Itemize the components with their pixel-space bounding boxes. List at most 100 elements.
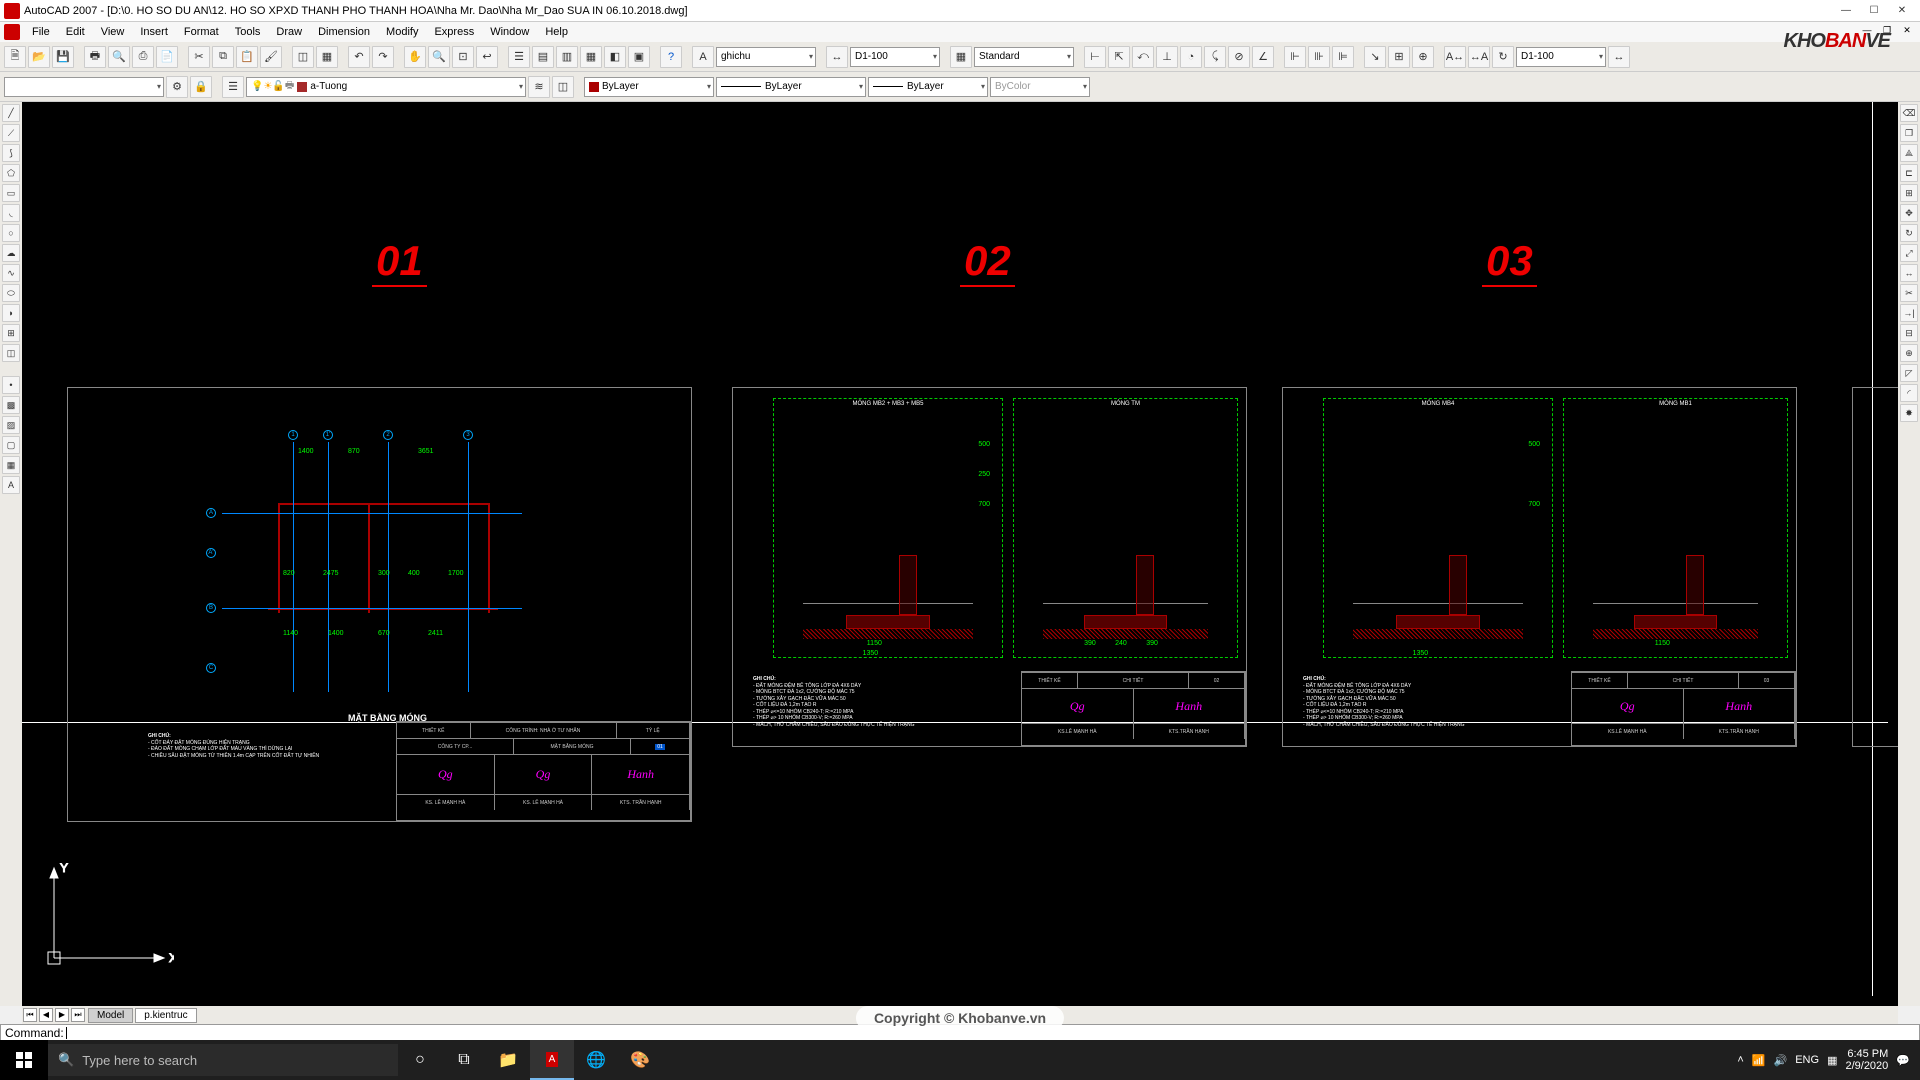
minimize-button[interactable]: — <box>1832 2 1860 20</box>
new-button[interactable]: 🗎 <box>4 46 26 68</box>
wifi-icon[interactable]: 📶 <box>1752 1054 1766 1067</box>
properties-button[interactable]: ☰ <box>508 46 530 68</box>
ime-icon[interactable]: ▦ <box>1827 1054 1837 1067</box>
dimtedit-button[interactable]: ↔A <box>1468 46 1490 68</box>
dim-angular-button[interactable]: ∠ <box>1252 46 1274 68</box>
menu-help[interactable]: Help <box>537 24 576 40</box>
dimstyle-icon[interactable]: ↔ <box>826 46 848 68</box>
dim-diameter-button[interactable]: ⊘ <box>1228 46 1250 68</box>
erase-button[interactable]: ⌫ <box>1900 104 1918 122</box>
pan-button[interactable]: ✋ <box>404 46 426 68</box>
extend-button[interactable]: →| <box>1900 304 1918 322</box>
undo-button[interactable]: ↶ <box>348 46 370 68</box>
cut-button[interactable]: ✂ <box>188 46 210 68</box>
leader-button[interactable]: ↘ <box>1364 46 1386 68</box>
tab-prev-button[interactable]: ◀ <box>39 1008 53 1022</box>
open-button[interactable]: 📂 <box>28 46 50 68</box>
zoom-window-button[interactable]: ⊡ <box>452 46 474 68</box>
menu-insert[interactable]: Insert <box>132 24 176 40</box>
mdi-close-button[interactable]: ✕ <box>1898 25 1916 39</box>
dim-radius-button[interactable]: ◔ <box>1180 46 1202 68</box>
revcloud-button[interactable]: ☁ <box>2 244 20 262</box>
tolerance-button[interactable]: ⊞ <box>1388 46 1410 68</box>
markup-button[interactable]: ◧ <box>604 46 626 68</box>
tab-layout1[interactable]: p.kientruc <box>135 1008 196 1023</box>
quickcalc-button[interactable]: ▣ <box>628 46 650 68</box>
dimstyle2-combo[interactable]: D1-100 <box>1516 47 1606 67</box>
copy2-button[interactable]: ❐ <box>1900 124 1918 142</box>
dim-continue-button[interactable]: ⊫ <box>1332 46 1354 68</box>
block-button[interactable]: ▦ <box>316 46 338 68</box>
color-combo[interactable]: ByLayer <box>584 77 714 97</box>
hatch-button[interactable]: ▩ <box>2 396 20 414</box>
block-editor-button[interactable]: ◫ <box>292 46 314 68</box>
save-button[interactable]: 💾 <box>52 46 74 68</box>
notifications-icon[interactable]: 💬 <box>1896 1054 1910 1067</box>
gradient-button[interactable]: ▨ <box>2 416 20 434</box>
toolpalettes-button[interactable]: ▥ <box>556 46 578 68</box>
explode-button[interactable]: ✸ <box>1900 404 1918 422</box>
polyline-button[interactable]: ⟆ <box>2 144 20 162</box>
dimstyle-button[interactable]: ↔ <box>1608 46 1630 68</box>
menu-tools[interactable]: Tools <box>227 24 269 40</box>
line-button[interactable]: ╱ <box>2 104 20 122</box>
move-button[interactable]: ✥ <box>1900 204 1918 222</box>
region-button[interactable]: ▢ <box>2 436 20 454</box>
dimupdate-button[interactable]: ↻ <box>1492 46 1514 68</box>
offset-button[interactable]: ⊏ <box>1900 164 1918 182</box>
menu-format[interactable]: Format <box>176 24 227 40</box>
pdf-button[interactable]: 📄 <box>156 46 178 68</box>
chrome-app[interactable]: 🌐 <box>574 1040 618 1080</box>
taskbar-search[interactable]: 🔍 Type here to search <box>48 1044 398 1076</box>
circle-button[interactable]: ○ <box>2 224 20 242</box>
tablestyle-icon[interactable]: ▦ <box>950 46 972 68</box>
insertblock-button[interactable]: ⊞ <box>2 324 20 342</box>
lang-indicator[interactable]: ENG <box>1795 1054 1819 1066</box>
layer-combo[interactable]: 💡☀🔓🖶 a-Tuong <box>246 77 526 97</box>
xline-button[interactable]: ⟋ <box>2 124 20 142</box>
chamfer-button[interactable]: ◸ <box>1900 364 1918 382</box>
help-button[interactable]: ? <box>660 46 682 68</box>
point-button[interactable]: • <box>2 376 20 394</box>
menu-file[interactable]: File <box>24 24 58 40</box>
arc-button[interactable]: ◟ <box>2 204 20 222</box>
menu-express[interactable]: Express <box>426 24 482 40</box>
rectangle-button[interactable]: ▭ <box>2 184 20 202</box>
tab-model[interactable]: Model <box>88 1008 133 1023</box>
drawing-area[interactable]: 01 02 03 1 1' 2 3 A A' B C <box>22 102 1898 1006</box>
dim-linear-button[interactable]: ⊢ <box>1084 46 1106 68</box>
fillet-button[interactable]: ◜ <box>1900 384 1918 402</box>
lineweight-combo[interactable]: ByLayer <box>868 77 988 97</box>
makeblock-button[interactable]: ◫ <box>2 344 20 362</box>
tab-first-button[interactable]: ⏮ <box>23 1008 37 1022</box>
paste-button[interactable]: 📋 <box>236 46 258 68</box>
zoom-realtime-button[interactable]: 🔍 <box>428 46 450 68</box>
close-button[interactable]: ✕ <box>1888 2 1916 20</box>
dim-arc-button[interactable]: ⤺ <box>1132 46 1154 68</box>
dim-aligned-button[interactable]: ⇱ <box>1108 46 1130 68</box>
stretch-button[interactable]: ↔ <box>1900 264 1918 282</box>
taskview-button[interactable]: ⧉ <box>442 1040 486 1080</box>
menu-window[interactable]: Window <box>482 24 537 40</box>
autocad-app[interactable]: A <box>530 1040 574 1080</box>
copy-button[interactable]: ⧉ <box>212 46 234 68</box>
dimedit-button[interactable]: A↔ <box>1444 46 1466 68</box>
linetype-combo[interactable]: ByLayer <box>716 77 866 97</box>
publish-button[interactable]: ⎙ <box>132 46 154 68</box>
trim-button[interactable]: ✂ <box>1900 284 1918 302</box>
plot-preview-button[interactable]: 🔍 <box>108 46 130 68</box>
toolbar-lock-button[interactable]: 🔒 <box>190 76 212 98</box>
matchprop-button[interactable]: 🖌 <box>260 46 282 68</box>
layer-state-button[interactable]: ◫ <box>552 76 574 98</box>
system-tray[interactable]: ˄ 📶 🔊 ENG ▦ 6:45 PM 2/9/2020 💬 <box>1727 1048 1920 1072</box>
rotate-button[interactable]: ↻ <box>1900 224 1918 242</box>
dim-jogged-button[interactable]: ⤹ <box>1204 46 1226 68</box>
layer-previous-button[interactable]: ≋ <box>528 76 550 98</box>
volume-icon[interactable]: 🔊 <box>1774 1054 1788 1067</box>
maximize-button[interactable]: ☐ <box>1860 2 1888 20</box>
paint-app[interactable]: 🎨 <box>618 1040 662 1080</box>
polygon-button[interactable]: ⬠ <box>2 164 20 182</box>
table-button[interactable]: ▦ <box>2 456 20 474</box>
explorer-app[interactable]: 📁 <box>486 1040 530 1080</box>
redo-button[interactable]: ↷ <box>372 46 394 68</box>
